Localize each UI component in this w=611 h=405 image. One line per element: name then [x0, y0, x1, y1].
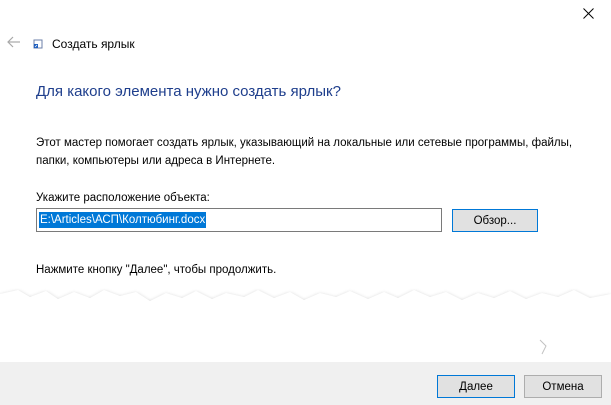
wizard-footer	[0, 362, 611, 405]
cancel-button[interactable]: Отмена	[524, 375, 602, 398]
shortcut-app-icon	[32, 38, 44, 50]
close-button[interactable]	[565, 0, 611, 30]
location-input-value: E:\Articles\АСП\Колтюбинг.docx	[39, 212, 207, 228]
create-shortcut-dialog: Создать ярлык Для какого элемента нужно …	[0, 0, 611, 405]
page-heading: Для какого элемента нужно создать ярлык?	[36, 83, 341, 100]
wizard-header: Создать ярлык	[6, 34, 135, 54]
wizard-description: Этот мастер помогает создать ярлык, указ…	[36, 137, 573, 167]
browse-button[interactable]: Обзор...	[452, 209, 538, 232]
location-input[interactable]: E:\Articles\АСП\Колтюбинг.docx	[36, 208, 442, 232]
location-label: Укажите расположение объекта:	[36, 192, 210, 204]
torn-edge-effect	[0, 290, 611, 372]
back-arrow-icon	[7, 35, 21, 53]
window-title: Создать ярлык	[52, 37, 135, 51]
back-button[interactable]	[6, 36, 22, 52]
next-button[interactable]: Далее	[437, 375, 515, 398]
close-icon	[582, 6, 594, 24]
continue-hint: Нажмите кнопку "Далее", чтобы продолжить…	[36, 264, 277, 276]
